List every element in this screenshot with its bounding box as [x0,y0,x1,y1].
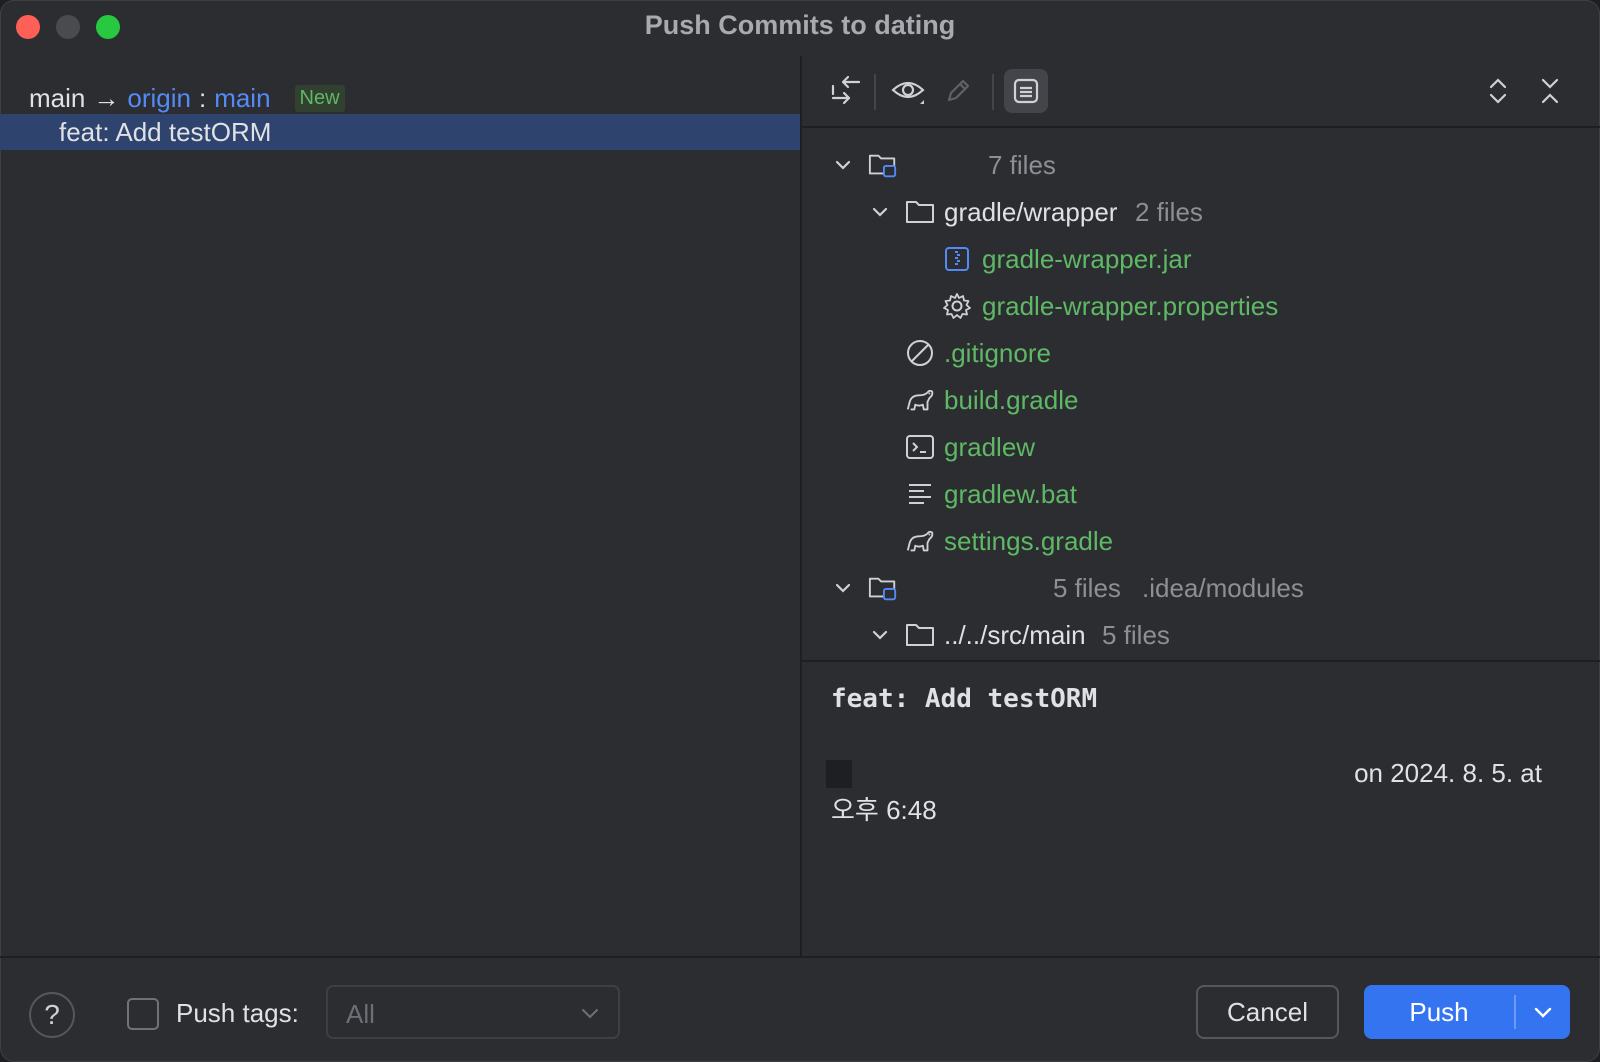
folder-icon [905,197,935,227]
tree-file-row[interactable]: .gitignore [802,329,1600,377]
module-folder-icon [868,150,898,180]
collapse-all-button[interactable] [1528,69,1572,113]
tree-file-row[interactable]: build.gradle [802,376,1600,424]
file-name: gradlew.bat [944,478,1077,509]
commit-detail-message: feat: Add testORM [831,684,1098,714]
expand-all-icon [1489,78,1507,104]
chevron-down-icon[interactable] [868,200,892,224]
tree-file-row[interactable]: gradle-wrapper.jar [802,235,1600,283]
push-tags-label: Push tags: [176,998,299,1028]
branch-separator: : [198,82,207,113]
tree-module-node[interactable]: 5 files .idea/modules [802,564,1600,612]
compare-arrows-button[interactable] [824,69,868,113]
chevron-down-icon[interactable] [831,576,855,600]
collapse-all-icon [1541,78,1559,104]
edit-source-button[interactable] [936,69,980,113]
push-tags-dropdown[interactable]: All [326,985,620,1039]
push-button-group: Push [1364,985,1570,1039]
folder-icon [905,620,935,650]
gear-icon [942,291,972,321]
tree-file-row[interactable]: gradlew.bat [802,470,1600,518]
chevron-down-icon [580,1003,600,1028]
terminal-icon [905,432,935,462]
tree-module-node[interactable]: 7 files [802,141,1600,189]
commit-date-line2: 오후 6:48 [831,795,937,825]
show-details-toggle[interactable] [1004,69,1048,113]
commit-details-panel: feat: Add testORM on 2024. 8. 5. at 오후 6… [802,662,1600,956]
module-folder-icon [868,573,898,603]
remote-name-link[interactable]: origin [127,83,191,114]
dialog-footer: ? Push tags: All Cancel Push [0,958,1600,1062]
cancel-button[interactable]: Cancel [1196,985,1339,1039]
expand-all-button[interactable] [1476,69,1520,113]
toolbar-separator [874,74,876,110]
push-button[interactable]: Push [1364,985,1514,1039]
folder-name: ../../src/main [944,619,1086,650]
pencil-icon [947,79,970,102]
folder-file-count: 2 files [1135,196,1203,227]
help-button[interactable]: ? [29,992,75,1038]
changed-files-tree: 7 files gradle/wrapper 2 files gradle-wr… [802,128,1600,658]
file-count: 7 files [988,149,1056,180]
tree-folder-node[interactable]: gradle/wrapper 2 files [802,188,1600,236]
commit-row-selected[interactable]: feat: Add testORM [0,114,800,150]
title-bar: Push Commits to dating [0,0,1600,56]
commit-date-line1: on 2024. 8. 5. at [1354,758,1542,788]
chevron-down-icon[interactable] [868,623,892,647]
changes-pane: 7 files gradle/wrapper 2 files gradle-wr… [802,56,1600,956]
module-path: .idea/modules [1142,572,1304,603]
changes-toolbar [802,56,1600,126]
push-arrow-icon: → [93,82,120,113]
push-tags-selected-value: All [346,999,375,1029]
new-branch-badge: New [294,84,345,112]
details-panel-icon [1013,78,1039,104]
file-name: gradle-wrapper.jar [982,243,1192,274]
text-lines-icon [905,479,935,509]
jar-icon [942,244,972,274]
remote-branch-link[interactable]: main [214,83,270,114]
compare-arrows-icon [831,75,861,105]
push-options-button[interactable] [1516,985,1570,1039]
gradle-icon [905,526,935,556]
tree-file-row[interactable]: gradlew [802,423,1600,471]
commits-pane: main → origin : main New feat: Add testO… [0,56,800,956]
view-options-button[interactable] [886,69,930,113]
tree-folder-node[interactable]: ../../src/main 5 files [802,611,1600,658]
eye-icon [891,81,925,104]
folder-file-count: 5 files [1102,619,1170,650]
push-tags-checkbox[interactable] [127,998,159,1030]
branch-row[interactable]: main → origin : main New [29,78,345,118]
file-name: settings.gradle [944,525,1114,556]
commit-message: feat: Add testORM [59,116,272,147]
gradle-icon [905,385,935,415]
window-title: Push Commits to dating [644,10,956,40]
ignore-icon [905,338,935,368]
toolbar-separator [992,74,994,110]
file-count: 5 files [1053,572,1121,603]
file-name: gradle-wrapper.properties [982,290,1279,321]
local-branch: main [29,82,86,113]
file-name: .gitignore [944,337,1051,368]
tree-file-row[interactable]: gradle-wrapper.properties [802,282,1600,330]
tree-file-row[interactable]: settings.gradle [802,517,1600,565]
chevron-down-icon [1534,1007,1552,1018]
author-avatar [826,760,852,788]
push-dialog: Push Commits to dating main → origin : m… [0,0,1600,1062]
chevron-down-icon[interactable] [831,153,855,177]
file-name: build.gradle [944,384,1079,415]
folder-name: gradle/wrapper [944,196,1118,227]
file-name: gradlew [944,431,1036,462]
